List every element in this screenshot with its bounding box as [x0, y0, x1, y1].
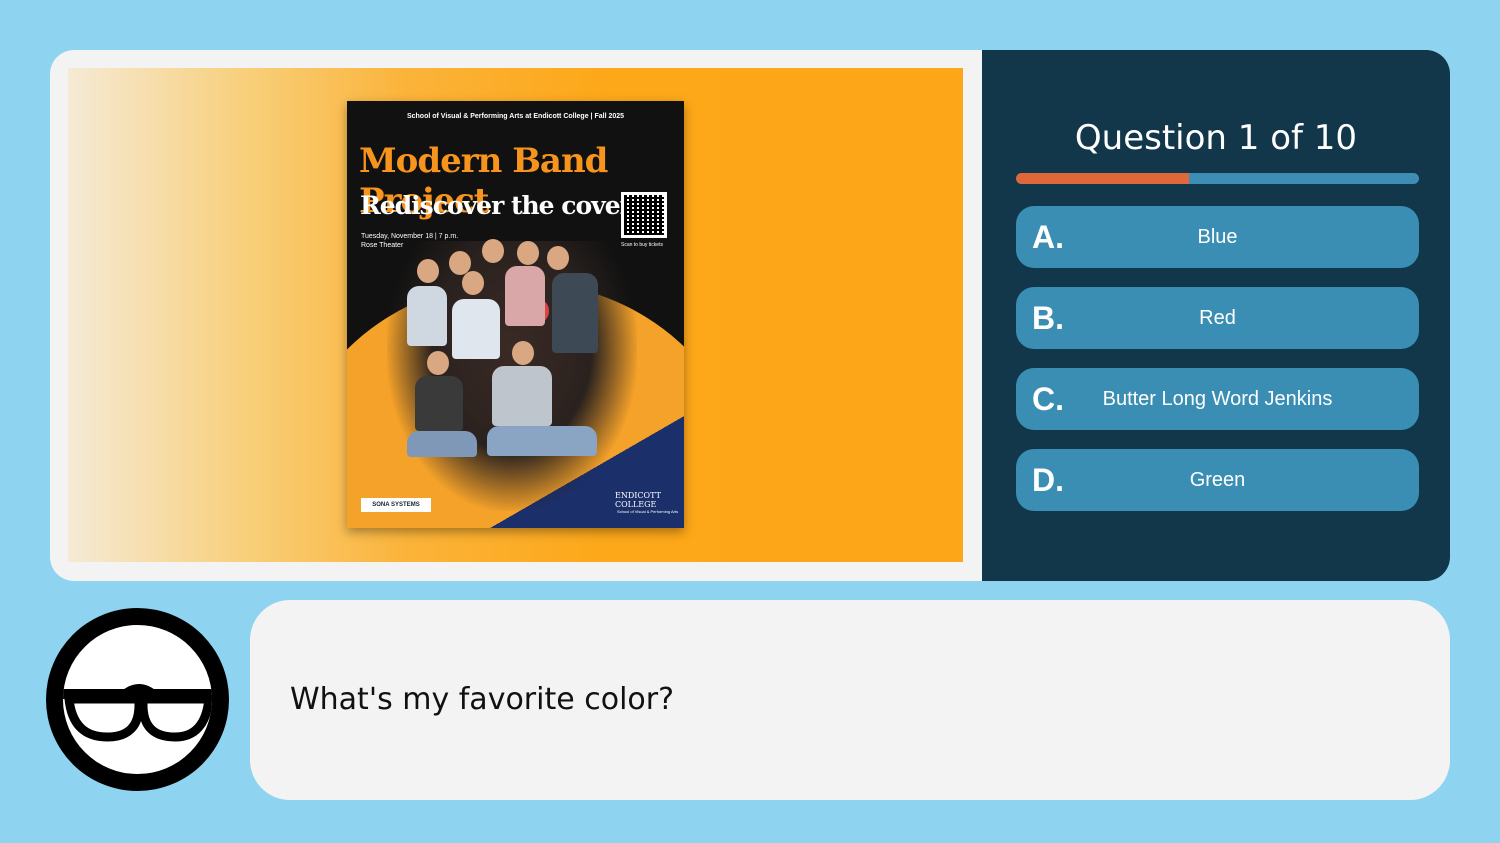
quiz-panel: Question 1 of 10 A. Blue B. Red C. Butte…: [982, 50, 1450, 581]
person-head: [517, 241, 539, 265]
quiz-progress-bar: [1016, 173, 1419, 184]
option-letter: A.: [1032, 218, 1064, 255]
question-card: School of Visual & Performing Arts at En…: [50, 50, 1450, 581]
option-text: Blue: [1197, 225, 1238, 248]
person-head: [547, 246, 569, 270]
speech-bubble: What's my favorite color?: [250, 600, 1450, 800]
quiz-progress-fill: [1016, 173, 1190, 184]
option-text: Green: [1189, 468, 1246, 491]
answer-option-a[interactable]: A. Blue: [1016, 206, 1419, 268]
college-logo: ENDICOTT COLLEGE: [615, 491, 661, 509]
person-body: [415, 376, 463, 431]
person-head: [427, 351, 449, 375]
glasses-face-icon: [63, 625, 212, 774]
option-letter: C.: [1032, 380, 1064, 417]
person-head: [417, 259, 439, 283]
sponsor-logo: SONA SYSTEMS: [361, 498, 431, 512]
option-text: Red: [1199, 306, 1236, 329]
poster-date-info: Tuesday, November 18 | 7 p.m. Rose Theat…: [361, 232, 458, 250]
person-body: [552, 273, 598, 353]
person-legs: [487, 426, 597, 456]
option-text: Butter Long Word Jenkins: [1102, 387, 1333, 410]
poster-header-text: School of Visual & Performing Arts at En…: [406, 113, 625, 120]
college-logo-subtext: School of Visual & Performing Arts: [617, 509, 679, 514]
poster-date-line: Tuesday, November 18 | 7 p.m.: [361, 233, 459, 240]
poster-subtitle: Rediscover the cover: [360, 191, 633, 220]
person-body: [492, 366, 552, 426]
event-poster-image: School of Visual & Performing Arts at En…: [347, 101, 684, 528]
media-pane: School of Visual & Performing Arts at En…: [50, 50, 982, 581]
person-body: [452, 299, 500, 359]
option-letter: D.: [1032, 461, 1064, 498]
band-members-photo: [387, 239, 637, 511]
image-frame: School of Visual & Performing Arts at En…: [68, 68, 963, 562]
question-counter: Question 1 of 10: [1074, 118, 1358, 158]
host-avatar: [46, 608, 229, 791]
person-legs: [407, 431, 477, 457]
answer-option-b[interactable]: B. Red: [1016, 287, 1419, 349]
person-head: [482, 239, 504, 263]
poster-venue-line: Rose Theater: [361, 242, 404, 249]
answer-option-c[interactable]: C. Butter Long Word Jenkins: [1016, 368, 1419, 430]
option-letter: B.: [1032, 299, 1064, 336]
person-body: [505, 266, 545, 326]
question-text: What's my favorite color?: [290, 682, 675, 717]
person-body: [407, 286, 447, 346]
answer-option-d[interactable]: D. Green: [1016, 449, 1419, 511]
person-head: [512, 341, 534, 365]
poster-scan-text: Scan to buy tickets: [621, 242, 663, 248]
glasses-icon: [63, 684, 212, 742]
person-head: [462, 271, 484, 295]
qr-code-icon: [621, 192, 667, 238]
